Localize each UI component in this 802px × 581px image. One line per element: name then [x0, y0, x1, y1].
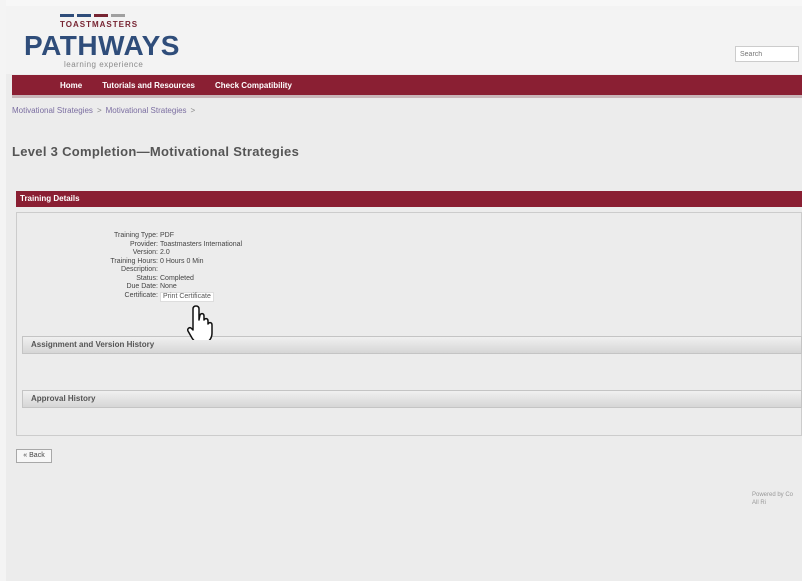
detail-row-provider: Provider: Toastmasters International	[74, 241, 242, 250]
detail-label: Provider:	[129, 240, 158, 248]
page-title: Level 3 Completion—Motivational Strategi…	[12, 144, 300, 159]
nav-tutorials[interactable]: Tutorials and Resources	[102, 81, 195, 90]
detail-label: Status:	[136, 274, 158, 282]
detail-value: None	[160, 283, 177, 290]
search-input[interactable]	[735, 46, 799, 62]
detail-row-status: Status: Completed	[74, 275, 242, 284]
approval-history-section[interactable]: Approval History	[22, 390, 802, 408]
assignment-history-section[interactable]: Assignment and Version History	[22, 336, 802, 354]
detail-value: Toastmasters International	[160, 240, 243, 248]
logo-subtitle: learning experience	[64, 60, 144, 69]
detail-row-version: Version: 2.0	[74, 249, 242, 258]
detail-label: Training Hours:	[110, 257, 158, 265]
detail-row-description: Description:	[74, 266, 242, 275]
detail-value: Completed	[160, 274, 194, 282]
main-nav: Home Tutorials and Resources Check Compa…	[12, 75, 802, 95]
training-details-header: Training Details	[16, 191, 802, 207]
detail-row-due-date: Due Date: None	[74, 283, 242, 292]
back-button[interactable]: « Back	[16, 449, 52, 463]
detail-label: Version:	[132, 249, 158, 256]
breadcrumb-item[interactable]: Motivational Strategies	[106, 106, 187, 115]
detail-label: Certificate:	[124, 291, 158, 299]
detail-value: PDF	[160, 232, 174, 239]
logo-toastmasters: TOASTMASTERS	[60, 20, 139, 29]
nav-check-compatibility[interactable]: Check Compatibility	[215, 81, 292, 90]
breadcrumb-separator: >	[96, 106, 102, 115]
print-certificate-link[interactable]: Print Certificate	[160, 291, 214, 302]
site-header: TOASTMASTERS PATHWAYS learning experienc…	[6, 6, 802, 74]
detail-row-training-type: Training Type: PDF	[74, 232, 242, 241]
detail-value: 0 Hours 0 Min	[160, 257, 204, 265]
nav-underline	[12, 95, 802, 98]
detail-row-training-hours: Training Hours: 0 Hours 0 Min	[74, 258, 242, 267]
footer-powered-by: Powered by Co	[752, 492, 794, 498]
detail-label: Due Date:	[126, 283, 158, 290]
training-details-list: Training Type: PDF Provider: Toastmasters …	[74, 232, 242, 302]
footer-rights: All Ri	[752, 500, 767, 506]
hand-pointer-icon	[187, 305, 213, 340]
detail-value: 2.0	[160, 249, 170, 256]
logo-pathways[interactable]: PATHWAYS	[24, 30, 180, 62]
nav-home[interactable]: Home	[60, 81, 82, 90]
page: TOASTMASTERS PATHWAYS learning experienc…	[6, 6, 802, 581]
detail-label: Description:	[121, 266, 158, 273]
footer: Powered by Co All Ri	[752, 491, 793, 507]
detail-row-certificate: Certificate: Print Certificate	[74, 291, 242, 302]
breadcrumb-item[interactable]: Motivational Strategies	[12, 106, 93, 115]
breadcrumb-separator: >	[190, 106, 196, 115]
breadcrumb: Motivational Strategies > Motivational Str…	[12, 106, 199, 115]
logo-dashes	[60, 14, 125, 17]
detail-label: Training Type:	[114, 232, 158, 239]
